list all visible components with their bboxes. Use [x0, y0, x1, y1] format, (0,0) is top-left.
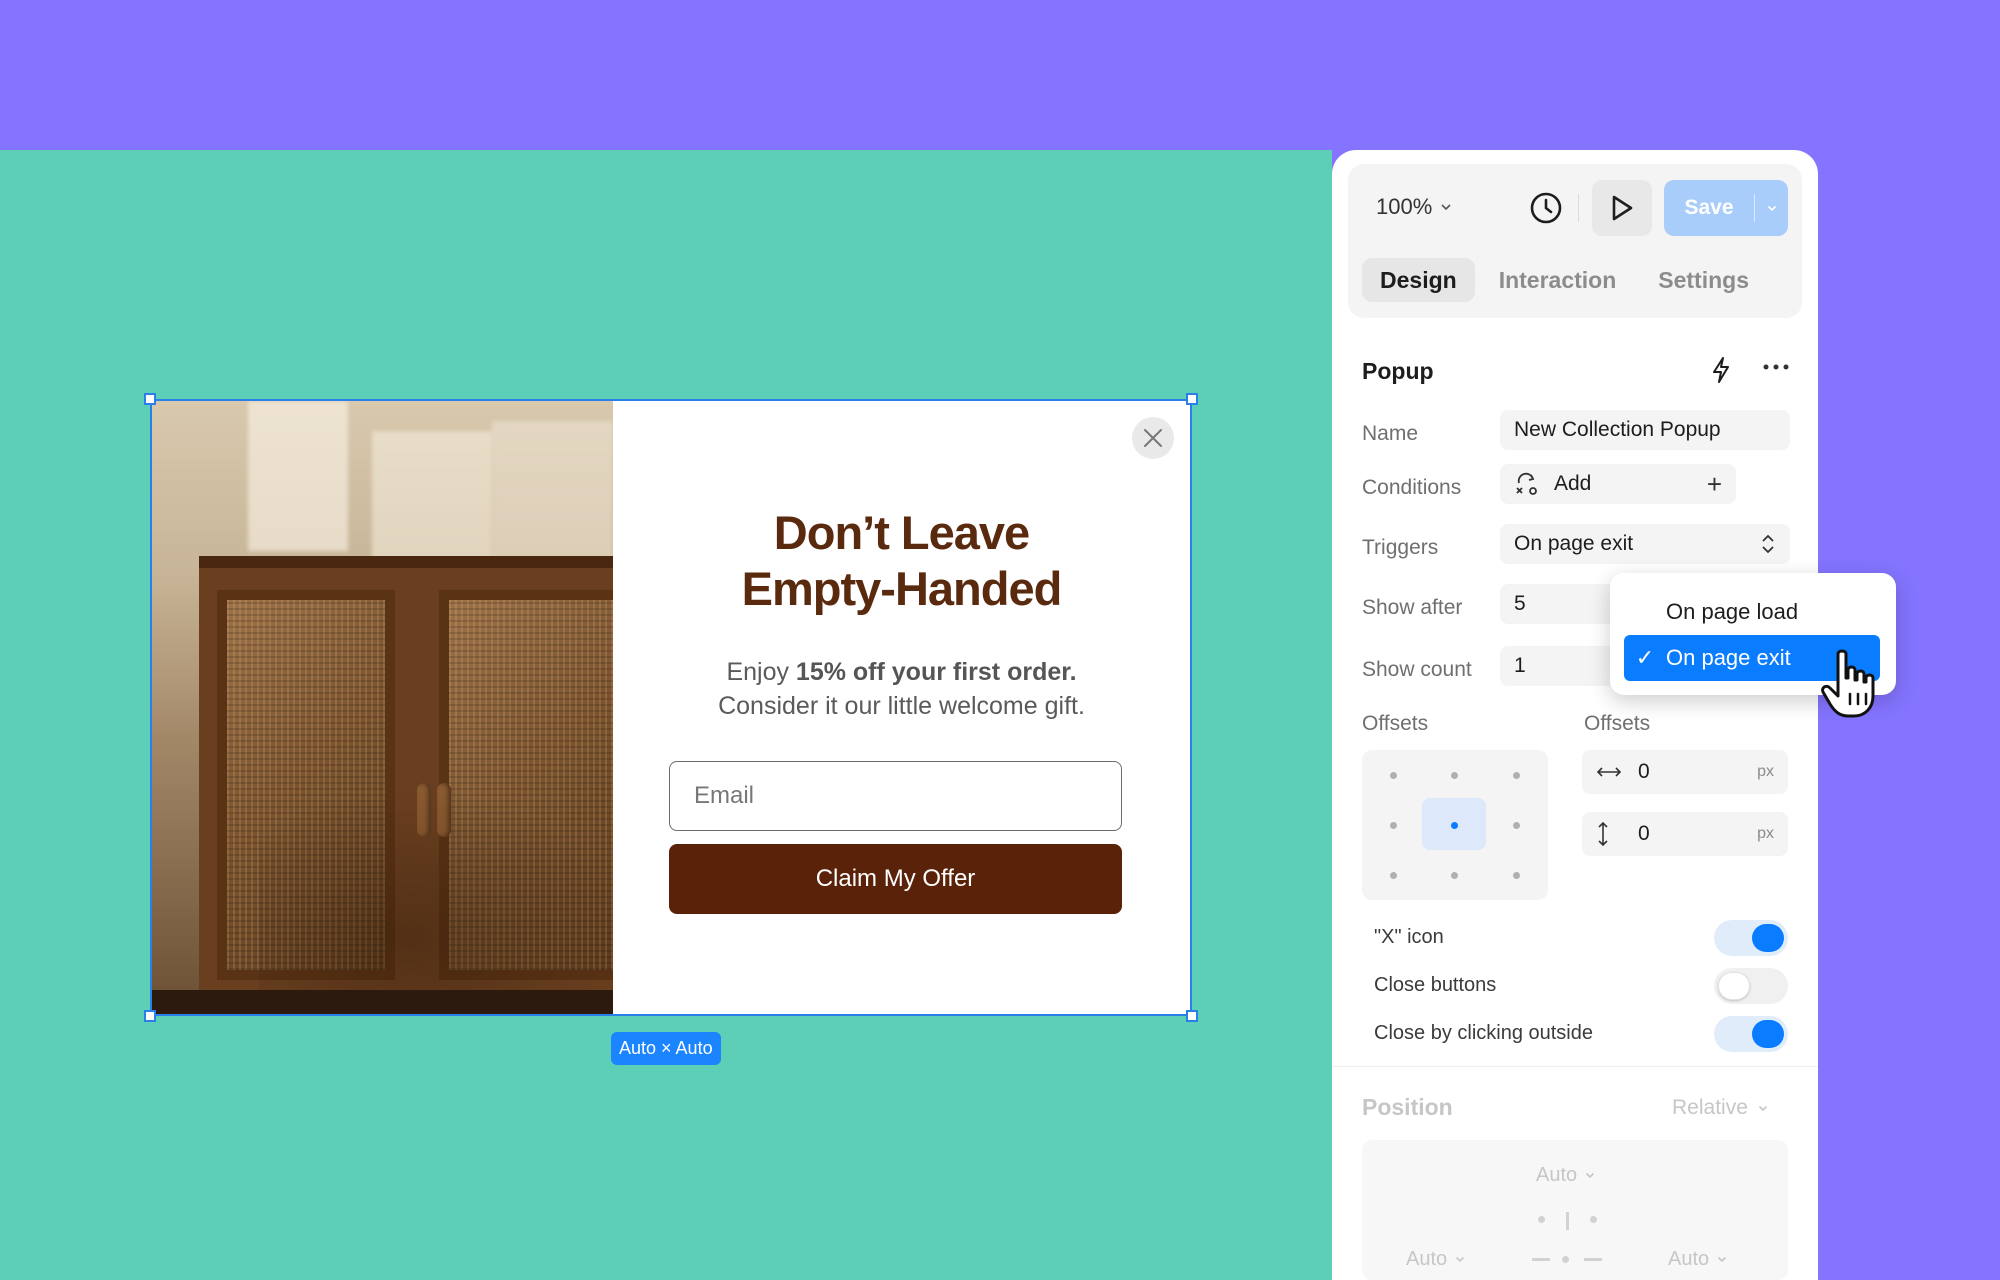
position-top-select[interactable]: Auto [1536, 1164, 1595, 1187]
resize-handle-bottom-left[interactable] [144, 1010, 156, 1022]
x-icon-toggle-label: "X" icon [1374, 926, 1444, 948]
popup-close-button[interactable] [1132, 417, 1174, 459]
position-left-select[interactable]: Auto [1406, 1248, 1465, 1271]
tab-interaction[interactable]: Interaction [1481, 258, 1635, 302]
offset-anchor-grid[interactable] [1362, 750, 1548, 900]
history-button[interactable] [1524, 186, 1568, 230]
lightning-icon[interactable] [1710, 356, 1732, 389]
toolbar-divider [1578, 194, 1579, 222]
properties-panel: 100% Save Design Interaction Settings Po… [1332, 150, 1818, 1280]
name-field[interactable]: New Collection Popup [1500, 410, 1790, 450]
section-title: Popup [1362, 358, 1434, 384]
save-options-chevron-icon[interactable] [1755, 205, 1788, 212]
chevron-down-icon [1718, 1256, 1727, 1263]
claim-offer-button[interactable]: Claim My Offer [669, 844, 1122, 914]
conditions-icon [1514, 471, 1540, 497]
chevron-down-icon [1441, 204, 1451, 211]
offsets-label: Offsets [1362, 712, 1429, 735]
popup-title: Don’t Leave Empty-Handed [741, 506, 1063, 615]
x-icon-toggle[interactable] [1714, 920, 1788, 956]
popup-image [152, 401, 613, 1014]
resize-handle-bottom-right[interactable] [1186, 1010, 1198, 1022]
resize-handle-top-left[interactable] [144, 393, 156, 405]
more-options-icon[interactable] [1762, 358, 1790, 376]
horizontal-arrows-icon [1596, 765, 1626, 779]
offset-x-field[interactable]: 0 px [1582, 750, 1788, 794]
up-down-chevron-icon [1762, 534, 1774, 554]
size-badge: Auto × Auto [611, 1032, 721, 1065]
name-label: Name [1362, 422, 1419, 445]
tab-settings[interactable]: Settings [1640, 258, 1767, 302]
offsets-label-2: Offsets [1584, 712, 1651, 735]
email-input[interactable] [669, 761, 1122, 831]
save-button[interactable]: Save [1664, 180, 1788, 236]
triggers-label: Triggers [1362, 536, 1439, 559]
show-count-label: Show count [1362, 658, 1472, 681]
close-icon [1144, 429, 1162, 447]
add-condition-plus-icon[interactable]: + [1707, 469, 1722, 500]
resize-handle-top-right[interactable] [1186, 393, 1198, 405]
chevron-down-icon [1758, 1105, 1767, 1111]
popup-content: Don’t Leave Empty-Handed Enjoy 15% off y… [613, 401, 1190, 1014]
panel-tabs: Design Interaction Settings [1362, 258, 1767, 302]
show-after-label: Show after [1362, 596, 1463, 619]
position-right-select[interactable]: Auto [1668, 1248, 1727, 1271]
conditions-label: Conditions [1362, 476, 1462, 499]
clock-icon [1530, 192, 1562, 224]
offset-y-field[interactable]: 0 px [1582, 812, 1788, 856]
popup-subtitle: Enjoy 15% off your first order. Consider… [718, 658, 1085, 720]
triggers-select[interactable]: On page exit [1500, 524, 1790, 564]
toolbar: 100% Save Design Interaction Settings [1348, 164, 1802, 318]
conditions-field[interactable]: Add + [1500, 464, 1736, 504]
dropdown-option-on-page-load[interactable]: On page load [1624, 589, 1880, 635]
popup-frame[interactable]: Don’t Leave Empty-Handed Enjoy 15% off y… [144, 393, 1198, 1022]
close-buttons-toggle-label: Close buttons [1374, 974, 1497, 996]
checkmark-icon: ✓ [1635, 645, 1655, 670]
position-title: Position [1362, 1094, 1453, 1120]
cabinet-illustration [199, 556, 613, 1014]
chevron-down-icon [1456, 1256, 1465, 1263]
position-box: Auto Auto Auto [1362, 1140, 1788, 1280]
section-divider [1332, 1066, 1818, 1067]
hand-pointer-icon [1820, 648, 1878, 725]
close-buttons-toggle[interactable] [1714, 968, 1788, 1004]
tab-design[interactable]: Design [1362, 258, 1475, 302]
position-select[interactable]: Relative [1672, 1096, 1768, 1120]
preview-button[interactable] [1592, 180, 1652, 236]
close-outside-toggle[interactable] [1714, 1016, 1788, 1052]
vertical-arrows-icon [1596, 821, 1626, 847]
play-icon [1612, 195, 1633, 221]
close-outside-toggle-label: Close by clicking outside [1374, 1022, 1593, 1044]
zoom-select[interactable]: 100% [1376, 194, 1452, 220]
chevron-down-icon [1586, 1172, 1595, 1179]
